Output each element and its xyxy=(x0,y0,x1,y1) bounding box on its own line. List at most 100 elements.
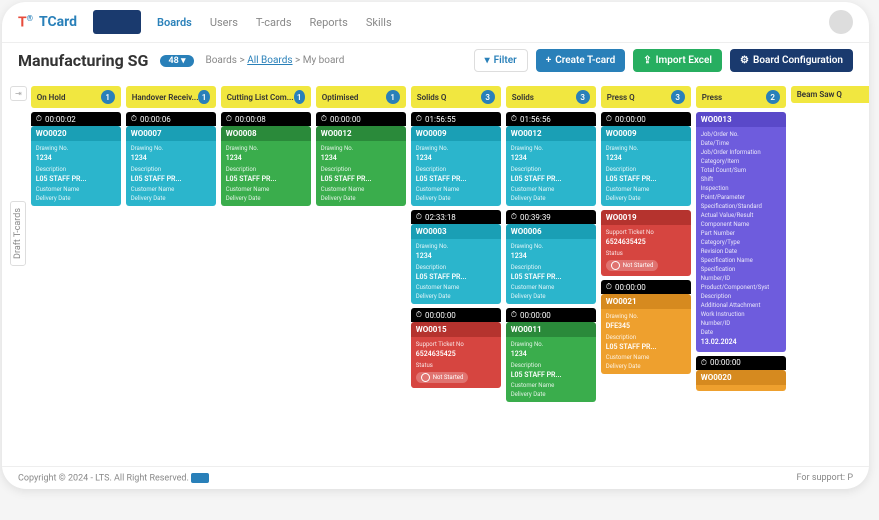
card-id: WO0006 xyxy=(506,224,596,239)
tcard[interactable]: 00:00:00WO0012Drawing No.1234Description… xyxy=(316,112,406,206)
column: Beam Saw Q xyxy=(791,86,869,458)
column-title: Optimised xyxy=(322,93,359,102)
expand-icon[interactable]: ⇥ xyxy=(10,86,27,101)
logo-text: TCard xyxy=(39,14,77,30)
tcard[interactable]: 02:33:18WO0003Drawing No.1234Description… xyxy=(411,210,501,304)
card-id: WO0020 xyxy=(696,370,786,385)
card-id: WO0003 xyxy=(411,224,501,239)
column: Solids301:56:56WO0012Drawing No.1234Desc… xyxy=(506,86,596,458)
card-id: WO0012 xyxy=(506,126,596,141)
column-title: Solids Q xyxy=(417,93,447,102)
board: ⇥ Draft T-cards On Hold100:00:02WO0020Dr… xyxy=(2,78,869,466)
card-id: WO0009 xyxy=(601,126,691,141)
column-header[interactable]: Cutting List Com...1 xyxy=(221,86,311,108)
nav-reports[interactable]: Reports xyxy=(310,16,348,29)
create-button[interactable]: +Create T-card xyxy=(536,49,626,72)
timer: 00:00:00 xyxy=(696,356,786,370)
tcard[interactable]: 00:00:02WO0020Drawing No.1234Description… xyxy=(31,112,121,206)
logo[interactable]: T® TCard xyxy=(18,14,77,31)
card-id: WO0015 xyxy=(411,322,501,337)
card-body: Drawing No.1234DescriptionL05 STAFF PR..… xyxy=(506,141,596,206)
tcard[interactable]: 00:00:06WO0007Drawing No.1234Description… xyxy=(126,112,216,206)
column-title: Cutting List Com... xyxy=(227,93,294,102)
columns: On Hold100:00:02WO0020Drawing No.1234Des… xyxy=(31,86,869,458)
nav-boards[interactable]: Boards xyxy=(157,16,192,29)
status-chip: Not Started xyxy=(416,372,469,383)
card-body: Drawing No.1234DescriptionL05 STAFF PR..… xyxy=(31,141,121,206)
actions: ▾Filter +Create T-card ⇪Import Excel ⚙Bo… xyxy=(474,49,853,72)
avatar[interactable] xyxy=(829,10,853,34)
column-title: Press xyxy=(702,93,722,102)
page-count[interactable]: 48 ▾ xyxy=(160,55,193,67)
filter-icon: ▾ xyxy=(485,55,490,66)
card-body: Support Ticket No6524635425StatusNot Sta… xyxy=(601,225,691,276)
tcard[interactable]: 00:00:00WO0021Drawing No.DFE345Descripti… xyxy=(601,280,691,374)
card-id: WO0011 xyxy=(506,322,596,337)
card-id: WO0012 xyxy=(316,126,406,141)
card-body: Drawing No.1234DescriptionL05 STAFF PR..… xyxy=(221,141,311,206)
timer: 00:39:39 xyxy=(506,210,596,224)
card-body: Drawing No.1234DescriptionL05 STAFF PR..… xyxy=(601,141,691,206)
column-count: 3 xyxy=(671,90,685,104)
column-title: Solids xyxy=(512,93,534,102)
column-header[interactable]: Press 2 xyxy=(696,86,786,108)
timer: 00:00:02 xyxy=(31,112,121,126)
column-header[interactable]: Solids Q 3 xyxy=(411,86,501,108)
tcard[interactable]: 00:00:00WO0009Drawing No.1234Description… xyxy=(601,112,691,206)
card-body: Drawing No.1234DescriptionL05 STAFF PR..… xyxy=(126,141,216,206)
tcard[interactable]: 01:56:55WO0009Drawing No.1234Description… xyxy=(411,112,501,206)
import-button[interactable]: ⇪Import Excel xyxy=(633,49,722,72)
tcard[interactable]: 00:00:08WO0008Drawing No.1234Description… xyxy=(221,112,311,206)
column-header[interactable]: Press Q3 xyxy=(601,86,691,108)
card-id: WO0007 xyxy=(126,126,216,141)
footer: Copyright © 2024 - LTS. All Right Reserv… xyxy=(2,466,869,489)
card-body: Drawing No.DFE345DescriptionL05 STAFF PR… xyxy=(601,309,691,374)
timer: 01:56:56 xyxy=(506,112,596,126)
crumb-all[interactable]: All Boards xyxy=(247,55,292,66)
config-button[interactable]: ⚙Board Configuration xyxy=(730,49,853,72)
draft-tab[interactable]: Draft T-cards xyxy=(10,201,26,266)
column-count: 3 xyxy=(481,90,495,104)
column: On Hold1 00:00:02WO0020Drawing No.1234Des… xyxy=(31,86,121,458)
column-header[interactable]: On Hold1 xyxy=(31,86,121,108)
column: Cutting List Com...1 00:00:08WO0008Drawin… xyxy=(221,86,311,458)
column-header[interactable]: Optimised1 xyxy=(316,86,406,108)
card-body: Job/Order No.Date/TimeJob/Order Informat… xyxy=(696,127,786,352)
card-id: WO0013 xyxy=(696,112,786,127)
card-id: WO0021 xyxy=(601,294,691,309)
card-body: Drawing No.1234DescriptionL05 STAFF PR..… xyxy=(411,141,501,206)
timer: 00:00:00 xyxy=(601,112,691,126)
card-id: WO0019 xyxy=(601,210,691,225)
card-id: WO0020 xyxy=(31,126,121,141)
column-count: 3 xyxy=(576,90,590,104)
topbar: T® TCard Boards Users T-cards Reports Sk… xyxy=(2,2,869,43)
nav-skills[interactable]: Skills xyxy=(366,16,392,29)
column-header[interactable]: Solids 3 xyxy=(506,86,596,108)
column-header[interactable]: Handover Receiv...1 xyxy=(126,86,216,108)
nav-users[interactable]: Users xyxy=(210,16,238,29)
column-title: On Hold xyxy=(37,93,66,102)
column: Handover Receiv...1 00:00:06WO0007Drawing… xyxy=(126,86,216,458)
tcard[interactable]: 00:39:39WO0006Drawing No.1234Description… xyxy=(506,210,596,304)
tcard[interactable]: 00:00:00WO0020 xyxy=(696,356,786,391)
column-count: 2 xyxy=(766,90,780,104)
tcard[interactable]: WO0013Job/Order No.Date/TimeJob/Order In… xyxy=(696,112,786,352)
card-id: WO0009 xyxy=(411,126,501,141)
column: Press Q3 00:00:00WO0009Drawing No.1234Des… xyxy=(601,86,691,458)
tcard[interactable]: WO0019Support Ticket No6524635425StatusN… xyxy=(601,210,691,276)
page-title: Manufacturing SG xyxy=(18,51,148,70)
timer: 00:00:06 xyxy=(126,112,216,126)
card-body: Drawing No.1234DescriptionL05 STAFF PR..… xyxy=(506,239,596,304)
filter-button[interactable]: ▾Filter xyxy=(474,49,528,72)
column-title: Beam Saw Q xyxy=(797,90,842,99)
import-icon: ⇪ xyxy=(643,55,651,66)
logo-secondary xyxy=(93,10,141,34)
card-body: Drawing No.1234DescriptionL05 STAFF PR..… xyxy=(506,337,596,402)
tcard[interactable]: 00:00:00WO0015Support Ticket No652463542… xyxy=(411,308,501,388)
card-body xyxy=(696,385,786,391)
column-header[interactable]: Beam Saw Q xyxy=(791,86,869,103)
column: Press 2 WO0013Job/Order No.Date/TimeJob/Or… xyxy=(696,86,786,458)
tcard[interactable]: 01:56:56WO0012Drawing No.1234Description… xyxy=(506,112,596,206)
tcard[interactable]: 00:00:00WO0011Drawing No.1234Description… xyxy=(506,308,596,402)
nav-tcards[interactable]: T-cards xyxy=(256,16,292,29)
